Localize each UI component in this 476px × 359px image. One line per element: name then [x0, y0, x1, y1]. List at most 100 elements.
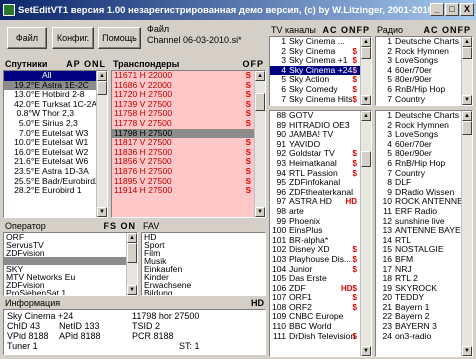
tv-channel-item[interactable]: 111 DrDish Television $	[270, 330, 371, 342]
channel-name: Deutsche Charts	[395, 36, 460, 46]
radio-title: Радио	[377, 25, 403, 35]
channel-name: Sky Cinema ...	[289, 36, 345, 46]
transponder-label: 11778 V 27500	[114, 117, 172, 128]
channel-name: Rock Hymnen	[395, 119, 449, 130]
channel-name: 60er/70er	[395, 64, 432, 75]
channel-name: 60er/70er	[395, 138, 432, 149]
fav-item[interactable]: Sport	[142, 241, 265, 250]
operator-item[interactable]: ProSiebenSat.1	[4, 289, 137, 295]
scroll-down-icon[interactable]: ▼	[97, 207, 107, 217]
help-button[interactable]: Помощь	[98, 27, 141, 49]
transponder-list[interactable]: 11671 H 22000 S 11686 V 22000 S 11720 H 2750…	[111, 70, 266, 218]
fav-title: FAV	[143, 221, 160, 231]
channel-name: Bayern 2	[395, 311, 430, 322]
operator-scrollbar[interactable]: ▲ ▼	[126, 233, 137, 295]
scroll-thumb[interactable]	[97, 81, 107, 95]
channel-name: TEDDY	[395, 292, 425, 303]
scroll-down-icon[interactable]: ▼	[361, 346, 371, 356]
channel-name: ORF2	[289, 301, 312, 312]
channel-name: Country	[395, 167, 426, 178]
file-info: Файл Channel 06-03-2010.si*	[147, 24, 263, 52]
scrambled-flag: $	[352, 158, 357, 168]
maximize-button[interactable]: □	[445, 3, 459, 16]
scroll-thumb[interactable]	[361, 47, 371, 59]
tv-channel-item[interactable]: 7 Sky Cinema Hits $	[270, 94, 371, 105]
scroll-thumb[interactable]	[255, 93, 265, 111]
transponder-label: 11876 H 27500	[114, 165, 173, 176]
scroll-down-icon[interactable]: ▼	[462, 95, 472, 105]
tv-bottom-scrollbar[interactable]: ▲ ▼	[360, 111, 371, 356]
transponder-scrollbar[interactable]: ▲ ▼	[254, 71, 265, 217]
scroll-down-icon[interactable]: ▼	[462, 346, 472, 356]
scrambled-flag: S	[245, 80, 251, 90]
radio-channel-item[interactable]: 7 Country	[376, 93, 472, 105]
scrambled-flag: S	[245, 186, 251, 196]
close-button[interactable]: X	[460, 3, 474, 16]
info-panel: Информация HD Sky Cinema +24 11798 hor 27…	[3, 297, 266, 355]
operator-item[interactable]: ZDFvision	[4, 249, 137, 258]
scroll-up-icon[interactable]: ▲	[255, 71, 265, 81]
scroll-up-icon[interactable]: ▲	[462, 111, 472, 121]
info-box: Sky Cinema +24 11798 hor 27500 ChID 43 N…	[3, 309, 266, 355]
scrambled-flag: S	[245, 176, 251, 186]
scroll-up-icon[interactable]: ▲	[97, 71, 107, 81]
scrambled-flag: $	[352, 46, 357, 56]
minimize-button[interactable]: _	[430, 3, 444, 16]
channel-name: Country	[395, 93, 426, 104]
scroll-up-icon[interactable]: ▲	[361, 111, 371, 121]
radio-channel-list[interactable]: 1 Deutsche Charts 2 Rock Hymnen 3 LoveSongs 4 6…	[375, 110, 473, 357]
file-label: Файл	[147, 24, 170, 34]
channel-name: Sky Cinema +24	[289, 64, 353, 75]
scroll-down-icon[interactable]: ▼	[361, 95, 371, 105]
satellite-scrollbar[interactable]: ▲ ▼	[96, 71, 107, 217]
operator-list[interactable]: ORF ServusTV ZDFvision SKY MTV Networks Eu ZD…	[3, 232, 138, 296]
scroll-thumb[interactable]	[127, 243, 137, 263]
channel-name: ROCK ANTENNE	[395, 196, 463, 207]
config-button[interactable]: Конфиг.	[52, 27, 94, 49]
channel-name: Sky Cinema +1	[289, 55, 348, 66]
transponder-item[interactable]: 11914 H 27500 S	[112, 185, 265, 196]
tv-favorites-list[interactable]: 1 Sky Cinema ... 2 Sky Cinema $3 Sky Cinema +…	[269, 36, 372, 106]
radio-channel-item[interactable]: 24 on3-radio	[376, 330, 472, 342]
channel-name: arte	[289, 205, 304, 216]
fav-name: Bildung	[144, 288, 173, 296]
satellite-item[interactable]: 28.2°E Eurobird 1	[4, 185, 107, 196]
scrambled-flag: $	[352, 75, 357, 85]
radio-top-scrollbar[interactable]: ▲ ▼	[461, 37, 472, 105]
satellite-name: Thor 2,3	[42, 108, 75, 119]
info-pcr: PCR 8188	[132, 331, 174, 341]
satellites-columns: AP ONL	[66, 59, 106, 69]
fav-list[interactable]: HD Sport Film Musik Einkaufen Kinder Erwachsen…	[141, 232, 266, 296]
scrambled-flag: $	[352, 331, 357, 341]
scroll-thumb[interactable]	[361, 151, 371, 167]
transponder-label: 11798 H 27500	[114, 127, 173, 138]
radio-bottom-scrollbar[interactable]: ▲ ▼	[461, 111, 472, 356]
scroll-up-icon[interactable]: ▲	[462, 37, 472, 47]
channel-name: DrDish Television	[289, 330, 356, 341]
fav-item[interactable]: Bildung	[142, 288, 265, 296]
channel-name: CNBC Europe	[289, 311, 344, 322]
operator-item[interactable]	[4, 257, 137, 265]
channel-name: DLF	[395, 177, 412, 188]
satellite-name: Astra 1D-3A	[42, 165, 89, 176]
scrambled-flag: $	[352, 65, 357, 75]
hd-flag: HD$	[340, 283, 357, 293]
operators-panel: Оператор FS ON ORF ServusTV ZDFvision SKY MTV…	[3, 220, 138, 296]
scrambled-flag: $	[352, 168, 357, 178]
channel-name: JAMBA! TV	[289, 129, 334, 140]
channel-name: Playhouse Dis...	[289, 253, 352, 264]
scroll-thumb[interactable]	[462, 47, 472, 59]
radio-favorites-list[interactable]: 1 Deutsche Charts 2 Rock Hymnen 3 LoveSongs 4 6…	[375, 36, 473, 106]
scroll-thumb[interactable]	[462, 121, 472, 135]
scroll-down-icon[interactable]: ▼	[127, 285, 137, 295]
tv-top-scrollbar[interactable]: ▲ ▼	[360, 37, 371, 105]
scroll-up-icon[interactable]: ▲	[127, 233, 137, 243]
operators-columns: FS ON	[103, 221, 136, 231]
tv-channel-list[interactable]: 88 GOTV 89 HITRADIO OE3 90 JAMBA! TV 91 YAVIDO 9…	[269, 110, 372, 357]
scroll-down-icon[interactable]: ▼	[255, 207, 265, 217]
file-button[interactable]: Файл	[7, 27, 47, 49]
channel-number: 24	[382, 330, 392, 341]
scroll-up-icon[interactable]: ▲	[361, 37, 371, 47]
satellite-name: Eutelsat W3	[42, 127, 89, 138]
satellite-list[interactable]: All 19.2°E Astra 1E-2C 13.0°E Hotbird 2-8 42.…	[3, 70, 108, 218]
